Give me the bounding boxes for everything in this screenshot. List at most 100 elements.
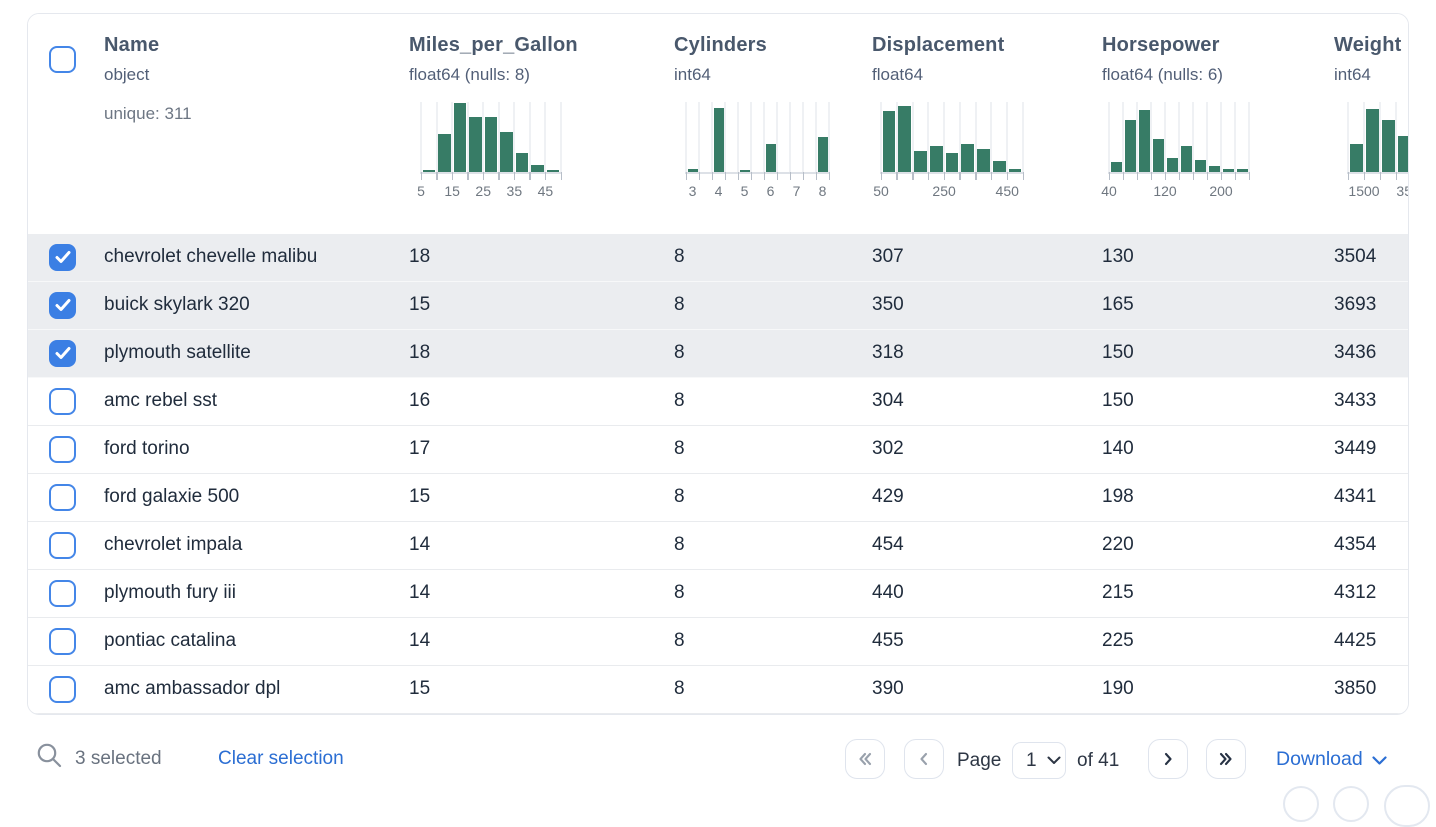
cell-value: 15 (409, 282, 430, 328)
cell-value: 8 (674, 618, 685, 664)
histogram-tick (816, 172, 818, 180)
histogram-gridline (1006, 102, 1008, 172)
histogram-tick (1249, 172, 1251, 180)
histogram-displacement[interactable]: 50250450 (881, 102, 1023, 204)
histogram-gridline (1234, 102, 1236, 172)
cell-value: 15 (409, 666, 430, 712)
cell-value: 307 (872, 234, 904, 280)
histogram-gridline (1248, 102, 1250, 172)
select-all-checkbox[interactable] (49, 46, 76, 73)
row-checkbox[interactable] (49, 628, 76, 655)
column-title[interactable]: Displacement (872, 34, 1004, 57)
histogram-bar (1167, 158, 1178, 172)
chevron-down-icon (1372, 756, 1387, 766)
cell-value: 16 (409, 378, 430, 424)
prev-page-button[interactable] (904, 739, 944, 779)
histogram-tick (1396, 172, 1398, 180)
histogram-tick-label: 45 (538, 183, 554, 199)
cell-value: 3436 (1334, 330, 1376, 376)
checkmark-icon (50, 292, 76, 318)
page-select[interactable]: 1 (1012, 742, 1066, 779)
histogram-horsepower[interactable]: 40120200 (1109, 102, 1249, 204)
cell-value: 8 (674, 522, 685, 568)
column-title[interactable]: Cylinders (674, 34, 767, 57)
histogram-bar (946, 153, 959, 172)
histogram-bar (516, 153, 529, 172)
histogram-bar (714, 108, 724, 172)
histogram-tick (421, 172, 423, 180)
histogram-tick (1380, 172, 1382, 180)
histogram-tick (514, 172, 516, 180)
histogram-bar (438, 134, 451, 172)
cell-name: plymouth satellite (104, 330, 251, 376)
histogram-tick (751, 172, 753, 180)
cell-value: 302 (872, 426, 904, 472)
histogram-bar (1153, 139, 1164, 172)
histogram-tick-label: 6 (767, 183, 775, 199)
cutoff-button-3 (1384, 785, 1430, 827)
row-checkbox[interactable] (49, 292, 76, 319)
histogram-bar (531, 165, 544, 172)
histogram-bar (1398, 136, 1410, 172)
histogram-tick (436, 172, 438, 180)
checkmark-icon (50, 244, 76, 270)
histogram-tick (712, 172, 714, 180)
cell-value: 190 (1102, 666, 1134, 712)
total-pages-label: of 41 (1077, 750, 1119, 772)
download-button[interactable]: Download (1276, 748, 1387, 771)
row-checkbox[interactable] (49, 580, 76, 607)
column-dtype: float64 (872, 65, 923, 85)
cell-value: 18 (409, 234, 430, 280)
row-checkbox[interactable] (49, 340, 76, 367)
histogram-tick-label: 5 (417, 183, 425, 199)
cell-value: 8 (674, 426, 685, 472)
histogram-tick-label: 4 (715, 183, 723, 199)
histogram-axis (880, 172, 1024, 174)
cell-value: 215 (1102, 570, 1134, 616)
cell-value: 440 (872, 570, 904, 616)
row-checkbox[interactable] (49, 388, 76, 415)
histogram-gridline (789, 102, 791, 172)
first-page-button[interactable] (845, 739, 885, 779)
column-title[interactable]: Name (104, 34, 159, 57)
histogram-tick (1123, 172, 1125, 180)
cell-value: 3449 (1334, 426, 1376, 472)
column-dtype: int64 (674, 65, 711, 85)
histogram-cylinders[interactable]: 345678 (686, 102, 829, 204)
histogram-bar (930, 146, 943, 172)
last-page-button[interactable] (1206, 739, 1246, 779)
row-checkbox[interactable] (49, 484, 76, 511)
column-title[interactable]: Weight (1334, 34, 1402, 57)
row-checkbox[interactable] (49, 436, 76, 463)
column-title[interactable]: Horsepower (1102, 34, 1220, 57)
row-checkbox[interactable] (49, 244, 76, 271)
checkmark-icon (50, 340, 76, 366)
next-page-button[interactable] (1148, 739, 1188, 779)
cell-value: 8 (674, 570, 685, 616)
histogram-weight[interactable]: 15003500 (1348, 102, 1409, 204)
histogram-tick (829, 172, 831, 180)
histogram-tick-label: 1500 (1348, 183, 1379, 199)
column-title[interactable]: Miles_per_Gallon (409, 34, 578, 57)
chevron-down-icon (1047, 756, 1061, 765)
histogram-gridline (544, 102, 546, 172)
table-row: chevrolet impala1484542204354 (28, 522, 1408, 570)
cell-value: 3693 (1334, 282, 1376, 328)
column-dtype: float64 (nulls: 6) (1102, 65, 1223, 85)
histogram-tick (944, 172, 946, 180)
histogram-miles_per_gallon[interactable]: 515253545 (421, 102, 561, 204)
histogram-tick (991, 172, 993, 180)
histogram-bar (1139, 110, 1150, 172)
clear-selection-link[interactable]: Clear selection (218, 748, 344, 770)
cell-value: 15 (409, 474, 430, 520)
cell-value: 8 (674, 234, 685, 280)
cell-value: 455 (872, 618, 904, 664)
histogram-tick-label: 40 (1101, 183, 1117, 199)
histogram-tick-label: 3 (689, 183, 697, 199)
search-icon[interactable] (36, 742, 64, 775)
cutoff-button-1 (1283, 786, 1319, 822)
row-checkbox[interactable] (49, 676, 76, 703)
row-checkbox[interactable] (49, 532, 76, 559)
histogram-gridline (750, 102, 752, 172)
page-select-value: 1 (1026, 750, 1037, 772)
